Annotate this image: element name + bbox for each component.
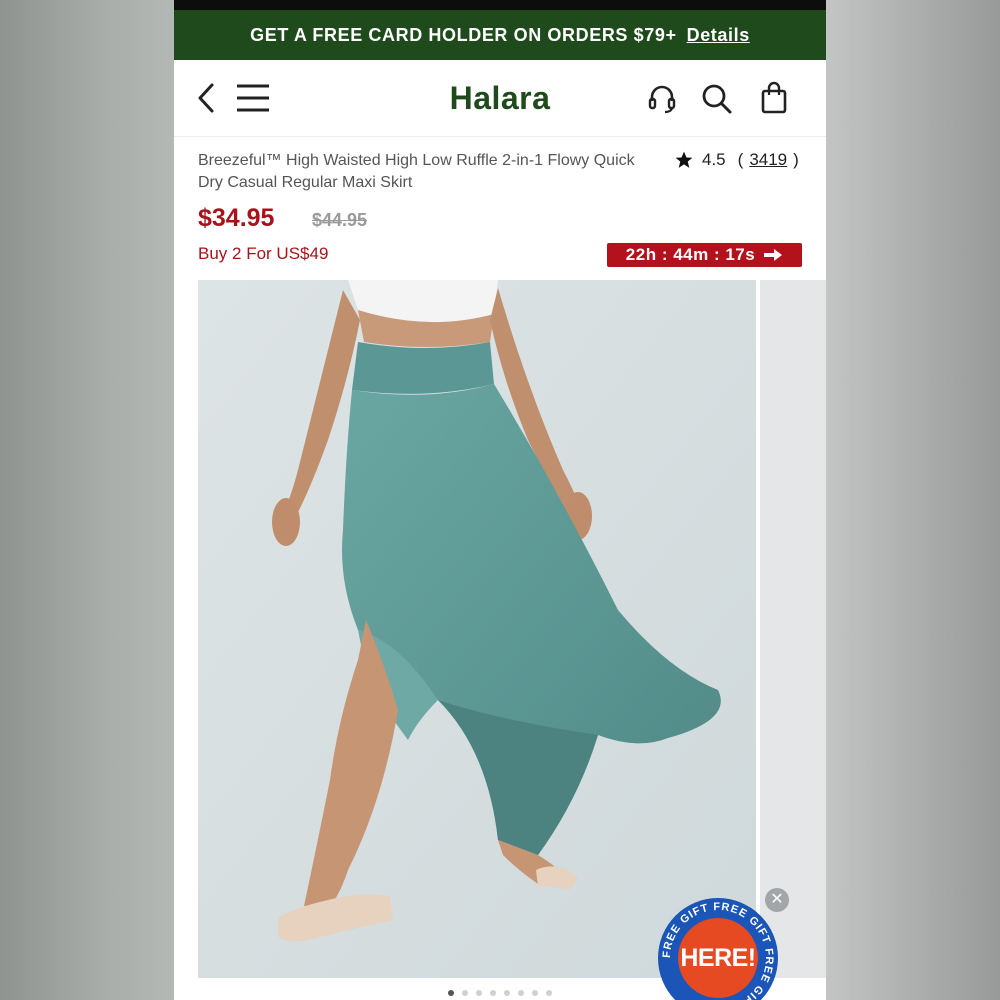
gallery-pagination — [174, 990, 826, 996]
gift-center: HERE! — [678, 918, 758, 998]
review-count-open: ( — [737, 150, 744, 169]
bundle-offer[interactable]: Buy 2 For US$49 — [198, 244, 328, 264]
promo-details-link[interactable]: Details — [687, 25, 750, 46]
countdown-text: 22h : 44m : 17s — [625, 245, 756, 264]
background-right — [826, 0, 1000, 1000]
free-gift-badge[interactable]: FREE GIFT FREE GIFT FREE GIFT HERE! — [658, 898, 778, 1000]
phone-screen: GET A FREE CARD HOLDER ON ORDERS $79+ De… — [174, 0, 826, 1000]
gift-here-label: HERE! — [680, 943, 756, 972]
next-photo-preview[interactable] — [760, 280, 826, 978]
product-photo[interactable] — [198, 280, 756, 978]
product-title: Breezeful™ High Waisted High Low Ruffle … — [198, 152, 635, 191]
gallery-dot[interactable] — [490, 990, 496, 996]
background-left — [0, 0, 174, 1000]
headset-icon[interactable] — [644, 82, 680, 116]
gallery-dot[interactable] — [476, 990, 482, 996]
countdown-timer[interactable]: 22h : 44m : 17s — [607, 243, 802, 267]
skirt-model-illustration — [198, 280, 756, 978]
gallery-dot[interactable] — [462, 990, 468, 996]
gallery-dot[interactable] — [504, 990, 510, 996]
arrow-right-icon — [763, 248, 783, 262]
rating-value: 4.5 — [702, 150, 726, 169]
rating-block[interactable]: 4.5 ( 3419 ) — [674, 150, 799, 170]
review-count-close: ) — [793, 150, 799, 169]
gallery-dot[interactable] — [546, 990, 552, 996]
gallery-dot[interactable] — [448, 990, 454, 996]
sale-price: $34.95 — [198, 204, 275, 232]
gallery-dot[interactable] — [532, 990, 538, 996]
promo-text: GET A FREE CARD HOLDER ON ORDERS $79+ — [250, 24, 677, 45]
search-icon[interactable] — [700, 82, 734, 116]
star-icon — [674, 150, 694, 170]
original-price: $44.95 — [312, 210, 368, 230]
status-bar — [174, 0, 826, 10]
bag-icon[interactable] — [758, 80, 790, 116]
review-count[interactable]: 3419 — [749, 150, 787, 170]
gallery-dot[interactable] — [518, 990, 524, 996]
app-header: Halara — [174, 60, 826, 137]
promo-banner: GET A FREE CARD HOLDER ON ORDERS $79+ De… — [174, 10, 826, 60]
